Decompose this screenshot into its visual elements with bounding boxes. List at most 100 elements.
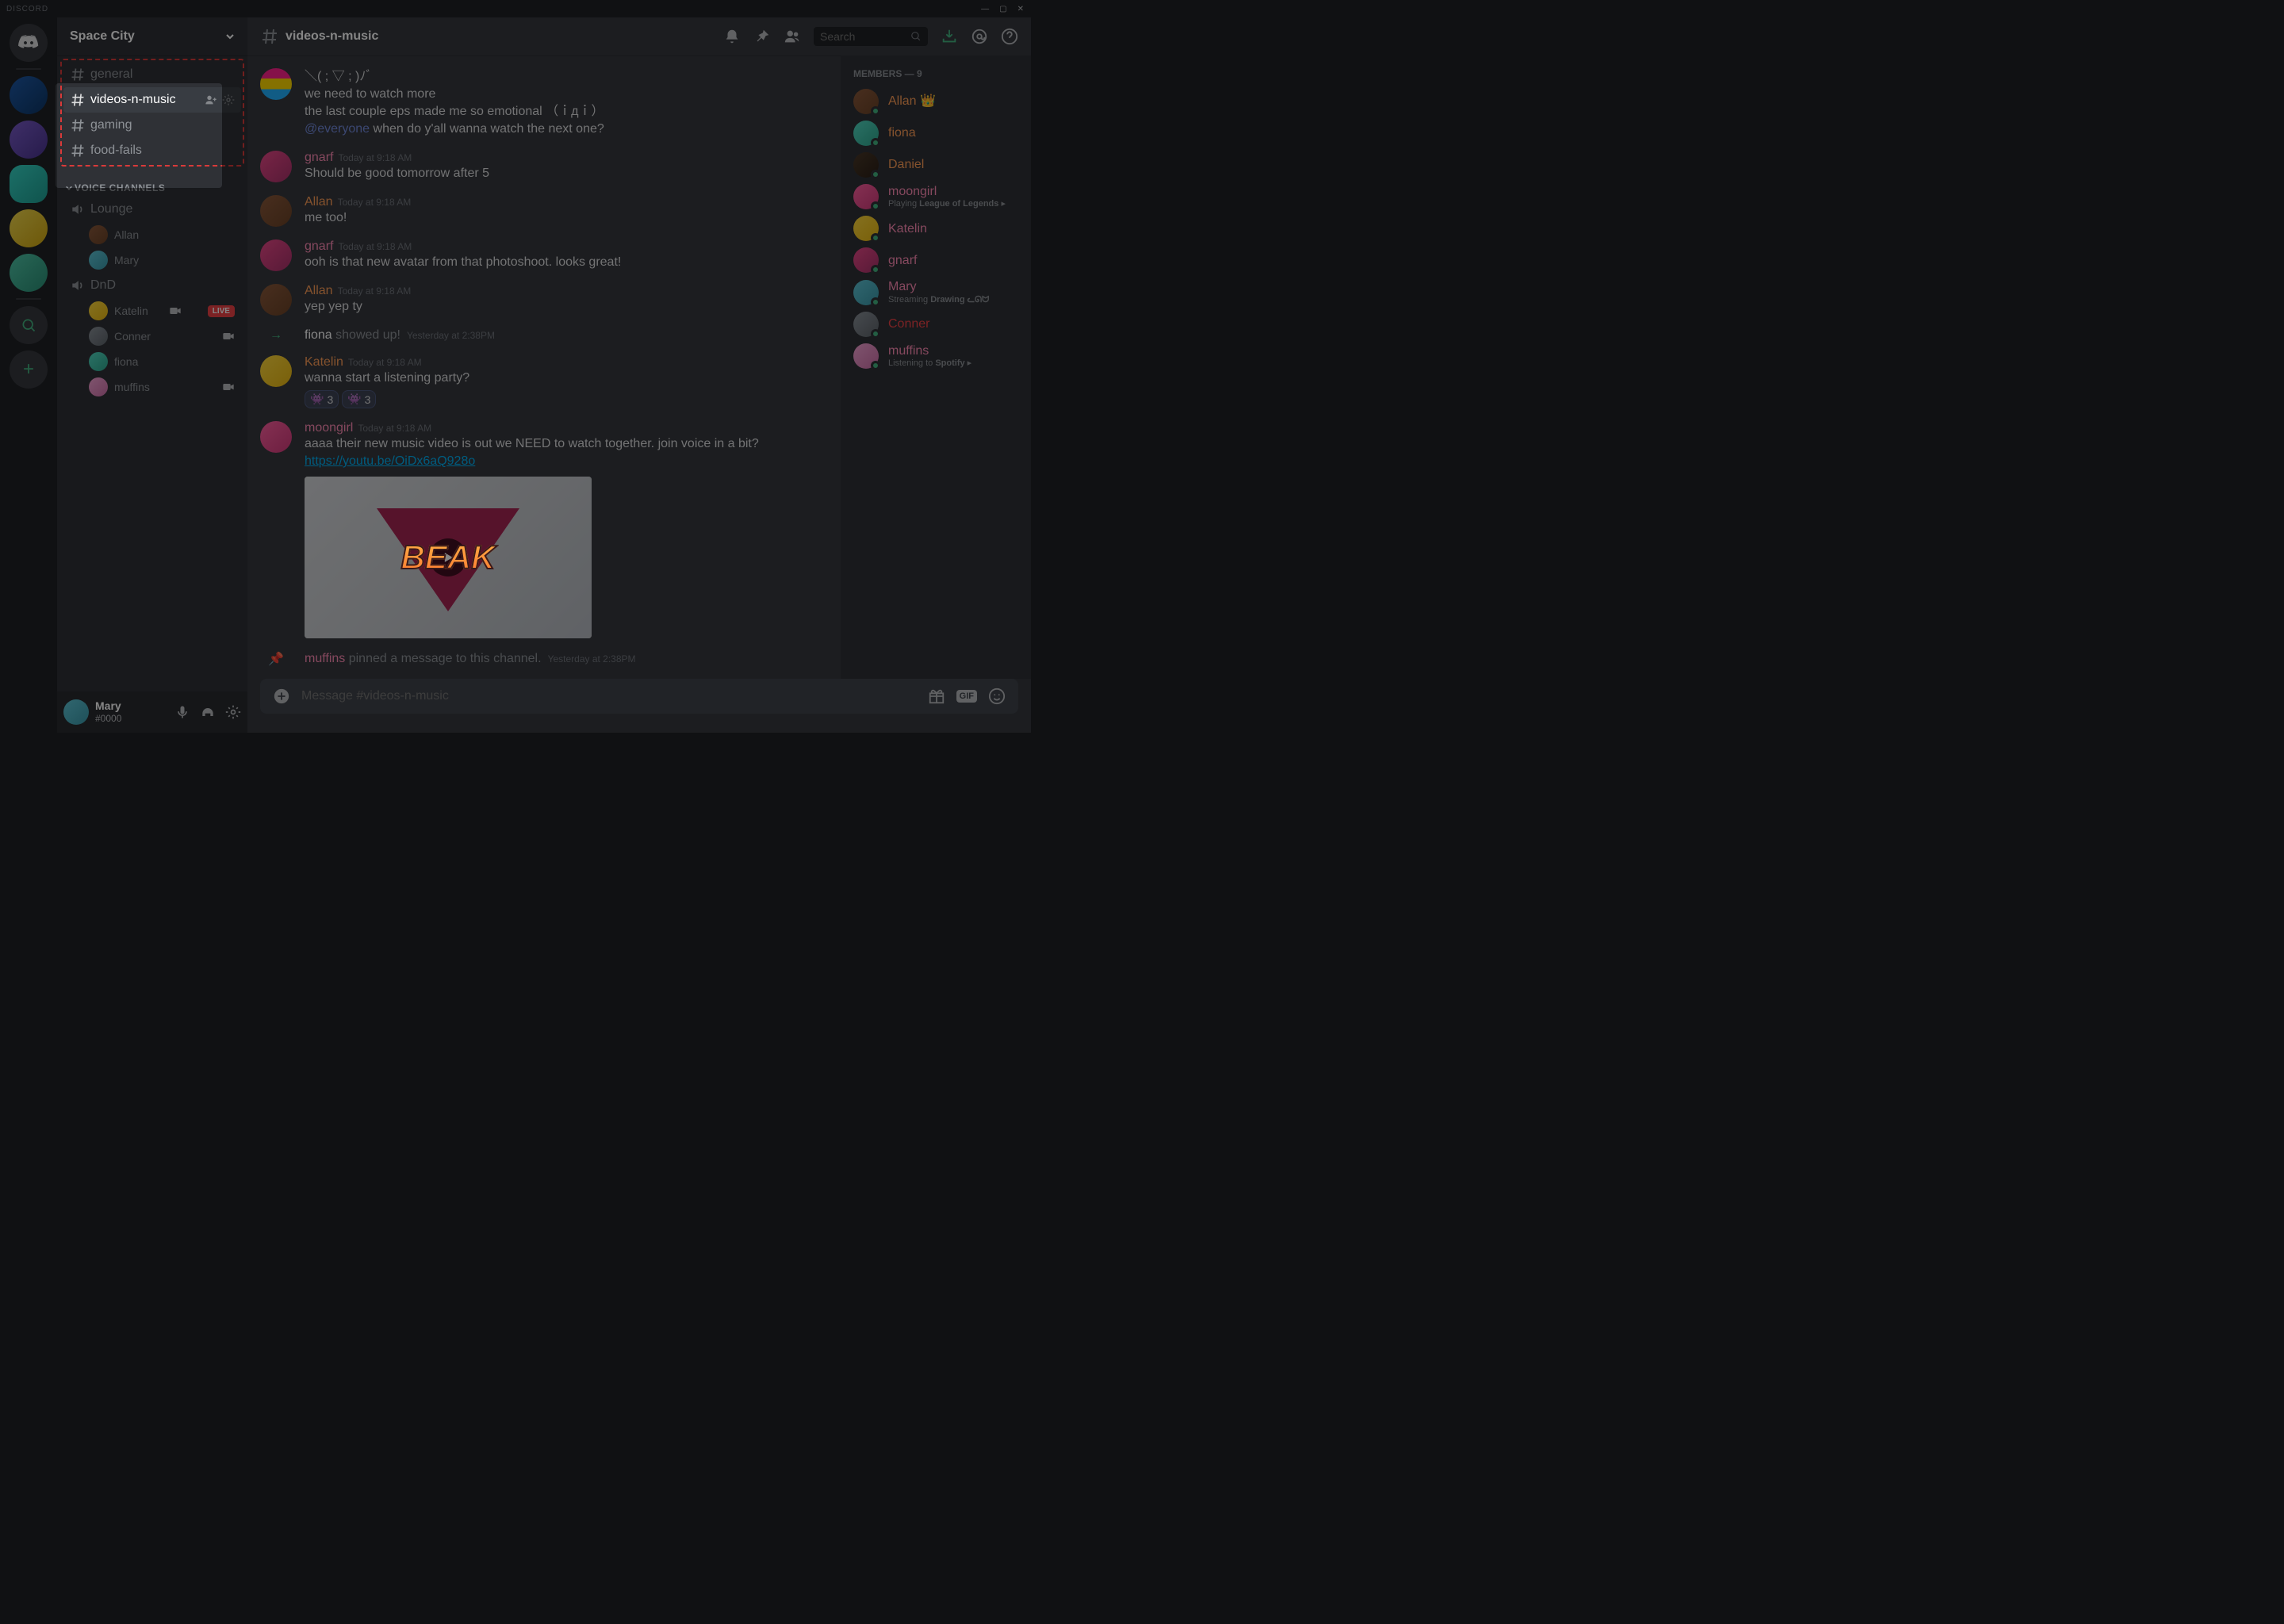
explore-button[interactable] xyxy=(10,306,48,344)
mention[interactable]: @everyone xyxy=(305,122,370,136)
text-channel-videos-n-music[interactable]: videos-n-music xyxy=(63,87,241,113)
window-close-icon[interactable]: ✕ xyxy=(1017,5,1025,13)
pin-icon: 📌 xyxy=(260,651,292,667)
status-indicator xyxy=(871,106,880,116)
gear-icon[interactable] xyxy=(225,704,241,720)
invite-icon[interactable] xyxy=(205,94,217,106)
window-minimize-icon[interactable]: — xyxy=(981,5,990,13)
server-separator xyxy=(16,298,41,300)
gear-icon[interactable] xyxy=(222,94,235,106)
search-input[interactable] xyxy=(820,30,910,43)
channel-label: DnD xyxy=(90,278,116,293)
voice-user[interactable]: Mary xyxy=(63,247,241,273)
add-server-button[interactable]: + xyxy=(10,350,48,389)
text-channel-gaming[interactable]: gaming xyxy=(63,113,241,138)
video-embed[interactable]: BEAK xyxy=(305,477,592,638)
avatar[interactable] xyxy=(260,284,292,316)
channel-label: Lounge xyxy=(90,202,132,216)
embed-title: BEAK xyxy=(400,538,495,576)
hash-icon xyxy=(70,143,86,159)
voice-channel-lounge[interactable]: Lounge xyxy=(63,197,241,222)
user-panel: Mary #0000 xyxy=(57,691,247,733)
avatar[interactable] xyxy=(63,699,89,725)
member-item[interactable]: Katelin xyxy=(847,213,1025,244)
system-author[interactable]: fiona xyxy=(305,328,332,342)
inbox-icon[interactable] xyxy=(941,28,958,45)
gif-button[interactable]: GIF xyxy=(956,690,977,703)
search-box[interactable] xyxy=(814,27,928,46)
message-author[interactable]: Katelin xyxy=(305,355,343,369)
window-maximize-icon[interactable]: ▢ xyxy=(999,5,1007,13)
reaction[interactable]: 👾3 xyxy=(342,390,376,408)
message-link[interactable]: https://youtu.be/OiDx6aQ928o xyxy=(305,454,475,468)
status-indicator xyxy=(871,361,880,370)
message-author[interactable]: gnarf xyxy=(305,239,333,253)
server-item[interactable] xyxy=(10,254,48,292)
avatar[interactable] xyxy=(260,355,292,387)
member-item[interactable]: fiona xyxy=(847,117,1025,149)
mentions-icon[interactable] xyxy=(971,28,988,45)
voice-user-name: Katelin xyxy=(114,304,148,317)
text-channel-food-fails[interactable]: food-fails xyxy=(63,138,241,163)
voice-user[interactable]: muffins xyxy=(63,374,241,400)
server-item[interactable] xyxy=(10,76,48,114)
voice-user[interactable]: fiona xyxy=(63,349,241,374)
server-item[interactable] xyxy=(10,209,48,247)
reaction[interactable]: 👾3 xyxy=(305,390,339,408)
avatar[interactable] xyxy=(260,195,292,227)
message-text: the last couple eps made me so emotional… xyxy=(305,103,828,121)
voice-channels-category[interactable]: VOICE CHANNELS xyxy=(63,170,241,197)
avatar xyxy=(853,184,879,209)
help-icon[interactable] xyxy=(1001,28,1018,45)
message-input-box[interactable]: GIF xyxy=(260,679,1018,714)
hash-icon xyxy=(70,117,86,133)
member-item[interactable]: gnarf xyxy=(847,244,1025,276)
avatar xyxy=(853,280,879,305)
member-item[interactable]: Conner xyxy=(847,308,1025,340)
avatar[interactable] xyxy=(260,421,292,453)
message: gnarfToday at 9:18 AMooh is that new ava… xyxy=(260,233,828,278)
member-item[interactable]: Allan 👑 xyxy=(847,86,1025,117)
attach-icon[interactable] xyxy=(273,688,290,705)
avatar[interactable] xyxy=(260,68,292,100)
server-item[interactable] xyxy=(10,121,48,159)
message-author[interactable]: Allan xyxy=(305,195,333,209)
message-author[interactable]: gnarf xyxy=(305,151,333,164)
emoji-icon[interactable] xyxy=(988,688,1006,705)
member-item[interactable]: Daniel xyxy=(847,149,1025,181)
bell-icon[interactable] xyxy=(723,28,741,45)
voice-user[interactable]: Conner xyxy=(63,324,241,349)
message-author[interactable]: Allan xyxy=(305,284,333,297)
text-channel-general[interactable]: general xyxy=(63,62,241,87)
member-item[interactable]: moongirlPlaying League of Legends ▸ xyxy=(847,181,1025,213)
server-header[interactable]: Space City xyxy=(57,17,247,56)
voice-channel-dnd[interactable]: DnD xyxy=(63,273,241,298)
server-item-selected[interactable] xyxy=(10,165,48,203)
mute-icon[interactable] xyxy=(174,704,190,720)
system-author[interactable]: muffins xyxy=(305,652,345,665)
avatar[interactable] xyxy=(260,151,292,182)
message: gnarfToday at 9:18 AMShould be good tomo… xyxy=(260,144,828,189)
rich-presence-icon: ▸ xyxy=(1001,199,1006,209)
home-button[interactable] xyxy=(10,24,48,62)
discord-logo-icon xyxy=(17,35,40,51)
system-message-pin: 📌 muffins pinned a message to this chann… xyxy=(260,645,828,673)
voice-user[interactable]: Allan xyxy=(63,222,241,247)
gift-icon[interactable] xyxy=(928,688,945,705)
member-name: Conner xyxy=(888,316,929,331)
members-icon[interactable] xyxy=(784,28,801,45)
voice-user[interactable]: Katelin LIVE xyxy=(63,298,241,324)
pin-icon[interactable] xyxy=(753,28,771,45)
chat-area: videos-n-music ＼( ; ▽ ; )ﾉﾞwe need to wa… xyxy=(247,17,1031,733)
channel-label: gaming xyxy=(90,118,132,132)
join-arrow-icon: → xyxy=(260,328,292,343)
voice-user-name: Conner xyxy=(114,330,151,343)
deafen-icon[interactable] xyxy=(200,704,216,720)
member-item[interactable]: muffinsListening to Spotify ▸ xyxy=(847,340,1025,372)
avatar[interactable] xyxy=(260,239,292,271)
member-item[interactable]: MaryStreaming Drawing ᓚᘏᗢ xyxy=(847,276,1025,308)
member-activity: Streaming Drawing ᓚᘏᗢ xyxy=(888,295,989,305)
message-author[interactable]: moongirl xyxy=(305,421,353,435)
message-input[interactable] xyxy=(301,689,917,703)
status-indicator xyxy=(871,201,880,211)
